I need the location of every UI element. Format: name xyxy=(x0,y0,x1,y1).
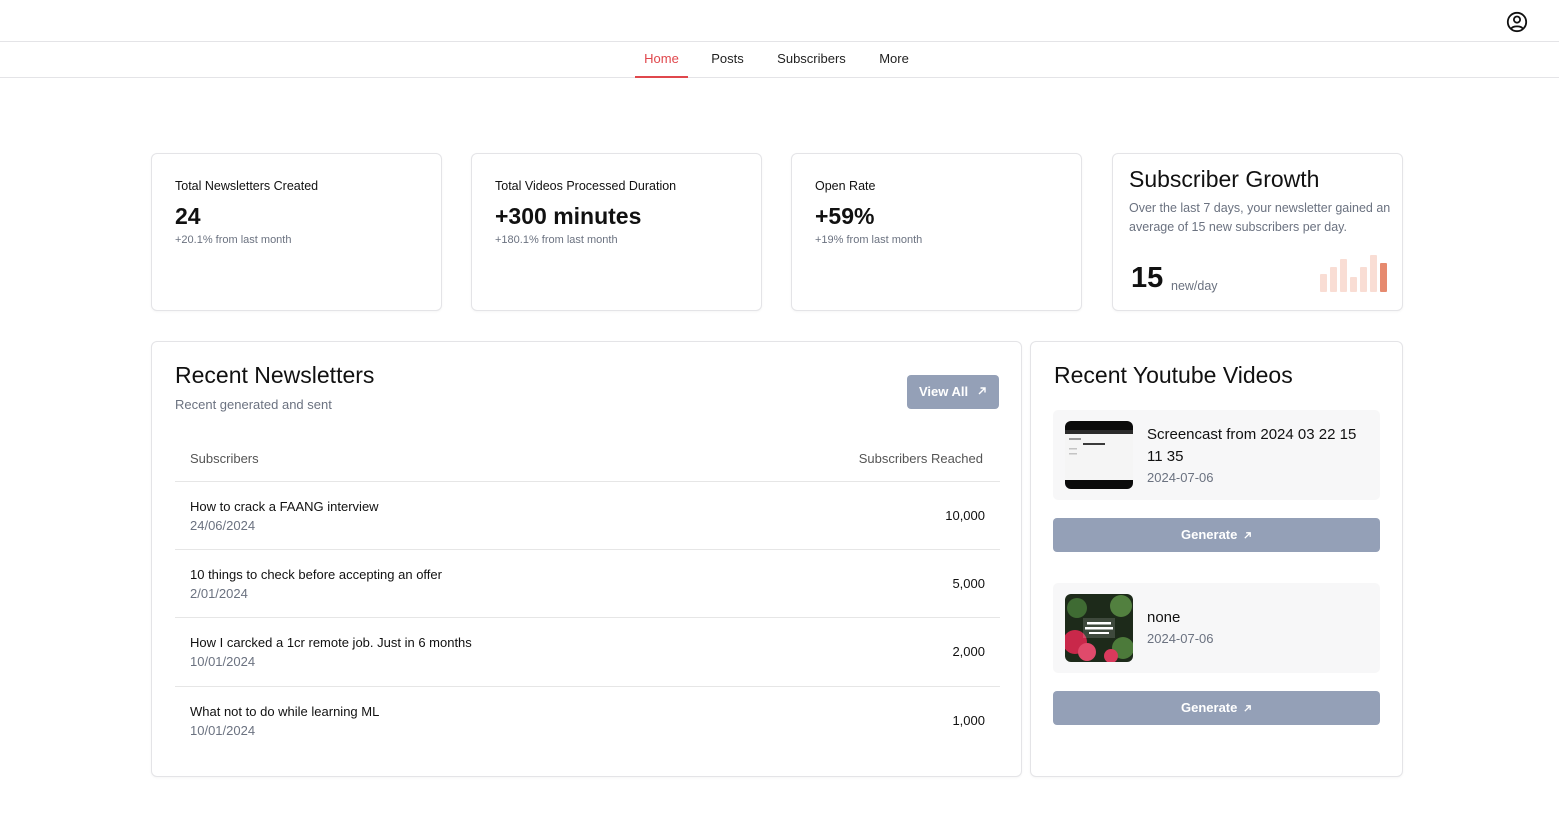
arrow-up-right-icon xyxy=(978,387,986,395)
generate-button[interactable]: Generate xyxy=(1053,518,1380,552)
nav-home-tab[interactable]: Home xyxy=(635,42,688,78)
subscriber-growth-card: Subscriber Growth Over the last 7 days, … xyxy=(1112,153,1403,311)
section-subtitle: Recent generated and sent xyxy=(175,397,332,412)
stat-label: Open Rate xyxy=(815,179,876,193)
growth-description: Over the last 7 days, your newsletter ga… xyxy=(1129,201,1391,234)
column-header-reached[interactable]: Subscribers Reached xyxy=(859,451,983,466)
arrow-up-right-icon xyxy=(1244,705,1251,712)
newsletter-date: 10/01/2024 xyxy=(190,723,256,738)
stat-change: +180.1% from last month xyxy=(495,234,618,246)
stat-label: Total Newsletters Created xyxy=(175,179,319,193)
growth-bar xyxy=(1370,255,1377,292)
growth-bar xyxy=(1330,267,1337,292)
video-date: 2024-07-06 xyxy=(1147,470,1214,485)
video-thumbnail-products xyxy=(1065,594,1133,662)
growth-sparkbars xyxy=(1320,252,1387,292)
growth-unit: new/day xyxy=(1171,279,1218,293)
stat-value: +300 minutes xyxy=(495,203,642,229)
table-row[interactable]: What not to do while learning ML 10/01/2… xyxy=(175,686,1000,754)
newsletter-reached: 5,000 xyxy=(952,576,985,591)
generate-label: Generate xyxy=(1181,527,1238,542)
video-item[interactable]: Screencast from 2024 03 22 15 11 35 2024… xyxy=(1053,410,1380,500)
view-all-button[interactable]: View All xyxy=(907,375,999,409)
growth-bar xyxy=(1380,263,1387,292)
video-date: 2024-07-06 xyxy=(1147,631,1214,646)
growth-bar xyxy=(1350,277,1357,292)
nav-more-tab[interactable]: More xyxy=(870,42,918,78)
newsletter-reached: 10,000 xyxy=(945,508,985,523)
newsletter-title: How to crack a FAANG interview xyxy=(190,499,379,514)
view-all-label: View All xyxy=(919,384,969,399)
main-nav: Home Posts Subscribers More xyxy=(0,42,1559,78)
arrow-up-right-icon xyxy=(1244,532,1251,539)
growth-title: Subscriber Growth xyxy=(1129,166,1320,192)
section-title: Recent Newsletters xyxy=(175,362,375,388)
growth-bars-svg xyxy=(1320,255,1387,292)
stat-value: +59% xyxy=(815,203,875,229)
stat-card-video-duration: Total Videos Processed Duration +300 min… xyxy=(471,153,762,311)
user-account-icon[interactable] xyxy=(1506,11,1528,33)
newsletter-date: 24/06/2024 xyxy=(190,518,256,533)
video-item[interactable]: none 2024-07-06 xyxy=(1053,583,1380,673)
recent-newsletters-card: Recent Newsletters Recent generated and … xyxy=(151,341,1022,777)
newsletter-date: 10/01/2024 xyxy=(190,654,256,669)
growth-bar xyxy=(1360,267,1367,292)
stat-change: +20.1% from last month xyxy=(175,234,292,246)
nav-posts-tab[interactable]: Posts xyxy=(701,42,754,78)
video-thumbnail-screencast xyxy=(1065,421,1133,489)
generate-label: Generate xyxy=(1181,700,1238,715)
stat-label: Total Videos Processed Duration xyxy=(495,179,677,193)
growth-bar xyxy=(1320,274,1327,292)
table-row[interactable]: How to crack a FAANG interview 24/06/202… xyxy=(175,481,1000,549)
growth-bar xyxy=(1340,259,1347,292)
newsletter-title: How I carcked a 1cr remote job. Just in … xyxy=(190,635,472,650)
growth-value: 15 xyxy=(1131,262,1164,294)
newsletter-title: 10 things to check before accepting an o… xyxy=(190,567,442,582)
column-header-subscribers[interactable]: Subscribers xyxy=(190,451,259,466)
stat-card-newsletters: Total Newsletters Created 24 +20.1% from… xyxy=(151,153,442,311)
newsletter-date: 2/01/2024 xyxy=(190,586,248,601)
table-row[interactable]: How I carcked a 1cr remote job. Just in … xyxy=(175,617,1000,685)
newsletter-title: What not to do while learning ML xyxy=(190,704,380,719)
video-title: Screencast from 2024 03 22 15 11 35 xyxy=(1147,426,1357,465)
stat-card-open-rate: Open Rate +59% +19% from last month xyxy=(791,153,1082,311)
newsletter-reached: 1,000 xyxy=(952,713,985,728)
stat-value: 24 xyxy=(175,203,201,229)
top-bar xyxy=(0,0,1559,42)
newsletter-reached: 2,000 xyxy=(952,644,985,659)
video-title: none xyxy=(1147,609,1181,626)
table-row[interactable]: 10 things to check before accepting an o… xyxy=(175,549,1000,617)
recent-videos-card: Recent Youtube Videos Screencast from 20… xyxy=(1030,341,1403,777)
nav-subscribers-tab[interactable]: Subscribers xyxy=(767,42,856,78)
stat-change: +19% from last month xyxy=(815,234,923,246)
generate-button[interactable]: Generate xyxy=(1053,691,1380,725)
section-title: Recent Youtube Videos xyxy=(1054,362,1293,388)
